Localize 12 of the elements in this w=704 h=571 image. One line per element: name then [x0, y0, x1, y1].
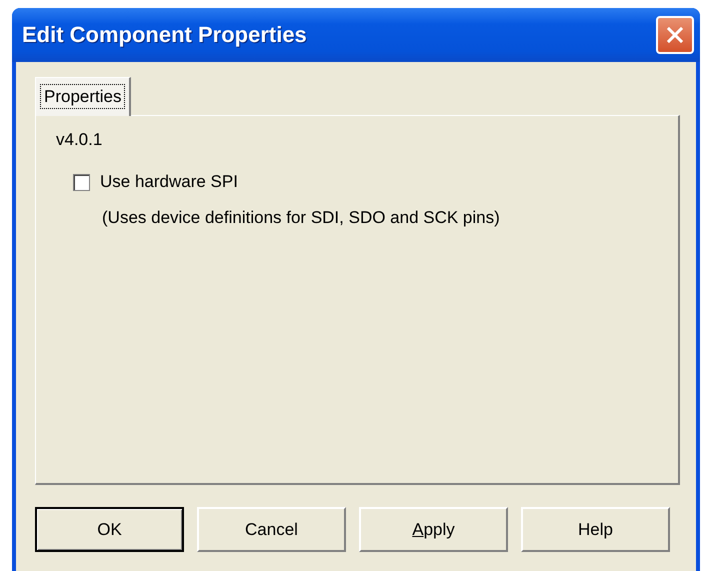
- properties-tab[interactable]: Properties: [35, 77, 132, 116]
- window-title: Edit Component Properties: [22, 22, 307, 48]
- dialog-button[interactable]: Apply: [359, 507, 508, 552]
- close-button[interactable]: [656, 16, 694, 54]
- checkbox-label[interactable]: Use hardware SPI: [100, 172, 238, 192]
- option-note: (Uses device definitions for SDI, SDO and SCK pins): [102, 208, 501, 228]
- dialog-button[interactable]: OK: [35, 507, 184, 552]
- close-icon: [666, 26, 684, 44]
- checkbox[interactable]: [73, 174, 90, 190]
- dialog-button[interactable]: Cancel: [197, 507, 346, 552]
- dialog-button[interactable]: Help: [521, 507, 670, 552]
- version-label: v4.0.1: [56, 130, 104, 150]
